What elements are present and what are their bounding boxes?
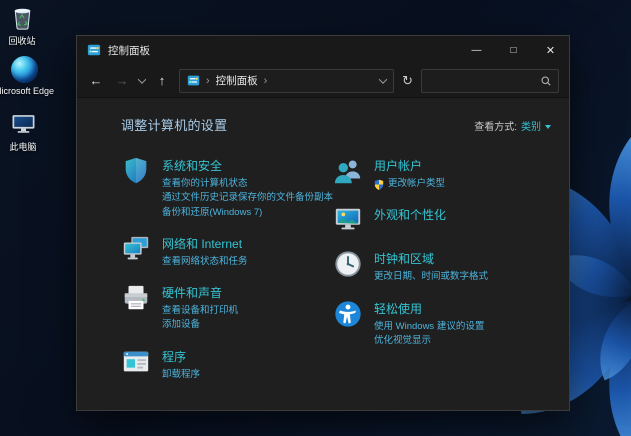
desktop-icon-label: 此电脑 [9,140,36,153]
forward-button[interactable]: → [113,73,131,88]
personalization-monitor-icon[interactable] [333,205,363,235]
category-ease-of-access: 轻松使用 使用 Windows 建议的设置 优化视觉显示 [333,299,563,349]
chevron-down-icon[interactable] [545,125,551,129]
link-add-device[interactable]: 添加设备 [162,318,238,332]
desktop-icon-label: 回收站 [8,34,35,47]
window-title: 控制面板 [108,43,150,58]
link-optimize-visual-display[interactable]: 优化视觉显示 [374,334,484,348]
up-button[interactable]: ↑ [153,73,171,88]
control-panel-icon [87,43,101,57]
view-by: 查看方式: 类别 [474,118,551,133]
link-view-network-status[interactable]: 查看网络状态和任务 [162,255,248,269]
desktop-icon-this-pc[interactable]: 此电脑 [0,110,58,153]
control-panel-content: 调整计算机的设置 查看方式: 类别 [77,98,569,410]
category-hardware-sound: 硬件和声音 查看设备和打印机 添加设备 [121,283,333,333]
category-network-internet: 网络和 Internet 查看网络状态和任务 [121,234,333,269]
search-input[interactable] [428,75,540,87]
page-title: 调整计算机的设置 [121,115,227,134]
category-user-accounts: 用户帐户 [333,156,563,191]
recycle-bin-icon [9,4,36,31]
category-title-system-security[interactable]: 系统和安全 [162,157,222,174]
clock-icon[interactable] [333,249,363,279]
back-button[interactable]: ← [87,73,105,88]
maximize-button[interactable]: □ [495,36,532,64]
link-change-date-time-formats[interactable]: 更改日期、时间或数字格式 [374,270,488,284]
link-uninstall-program[interactable]: 卸载程序 [162,368,200,382]
view-by-label: 查看方式: [474,118,517,133]
category-clock-region: 时钟和区域 更改日期、时间或数字格式 [333,249,563,284]
edge-icon [11,56,38,83]
control-panel-window: 控制面板 — □ ✕ ← → ↑ › 控制面板 [76,35,570,411]
link-change-account-type[interactable]: 更改帐户类型 [374,177,445,191]
close-button[interactable]: ✕ [532,36,569,64]
navigation-bar: ← → ↑ › 控制面板 › ↻ [77,64,569,98]
link-view-devices-printers[interactable]: 查看设备和打印机 [162,304,238,318]
view-by-category-link[interactable]: 类别 [521,118,541,133]
category-title-ease-of-access[interactable]: 轻松使用 [374,300,422,317]
minimize-button[interactable]: — [458,36,495,64]
category-programs: 程序 卸载程序 [121,347,333,382]
category-title-user-accounts[interactable]: 用户帐户 [374,157,422,174]
desktop-icon-recycle-bin[interactable]: 回收站 [0,4,57,47]
category-title-appearance-personalization[interactable]: 外观和个性化 [374,206,446,223]
desktop: 回收站 Microsoft Edge 此电脑 控制面板 [0,0,631,436]
this-pc-icon [10,110,37,137]
search-icon[interactable] [540,75,552,87]
window-titlebar: 控制面板 — □ ✕ [77,36,569,64]
recent-pages-chevron-icon[interactable] [138,75,146,83]
refresh-button[interactable]: ↻ [402,73,413,89]
category-title-network-internet[interactable]: 网络和 Internet [162,235,242,252]
link-windows-suggested-settings[interactable]: 使用 Windows 建议的设置 [374,320,484,334]
window-controls: — □ ✕ [458,36,569,64]
link-label: 更改帐户类型 [388,177,445,191]
categories-left-column: 系统和安全 查看你的计算机状态 通过文件历史记录保存你的文件备份副本 备份和还原… [121,156,333,396]
user-accounts-icon[interactable] [333,156,363,186]
uac-shield-icon [374,179,384,190]
address-bar[interactable]: › 控制面板 › [179,69,394,93]
printer-icon[interactable] [121,283,151,313]
breadcrumb-control-panel[interactable]: 控制面板 [216,73,258,88]
programs-window-icon[interactable] [121,347,151,377]
security-shield-icon[interactable] [121,156,151,186]
category-title-clock-region[interactable]: 时钟和区域 [374,250,434,267]
link-file-history-backup[interactable]: 通过文件历史记录保存你的文件备份副本 [162,191,333,205]
network-monitors-icon[interactable] [121,234,151,264]
chevron-right-icon: › [206,75,210,87]
chevron-right-icon[interactable]: › [264,75,268,87]
search-box[interactable] [421,69,559,93]
category-title-programs[interactable]: 程序 [162,348,186,365]
category-appearance-personalization: 外观和个性化 [333,205,563,235]
link-backup-restore-win7[interactable]: 备份和还原(Windows 7) [162,206,333,220]
desktop-icon-microsoft-edge[interactable]: Microsoft Edge [0,56,59,96]
accessibility-icon[interactable] [333,299,363,329]
category-title-hardware-sound[interactable]: 硬件和声音 [162,284,222,301]
address-dropdown-chevron-icon[interactable] [379,75,387,83]
content-header: 调整计算机的设置 查看方式: 类别 [121,115,551,134]
desktop-icon-label: Microsoft Edge [0,86,54,96]
link-check-computer-status[interactable]: 查看你的计算机状态 [162,177,333,191]
category-system-security: 系统和安全 查看你的计算机状态 通过文件历史记录保存你的文件备份副本 备份和还原… [121,156,333,220]
categories-right-column: 用户帐户 [333,156,563,396]
control-panel-icon [187,74,200,87]
